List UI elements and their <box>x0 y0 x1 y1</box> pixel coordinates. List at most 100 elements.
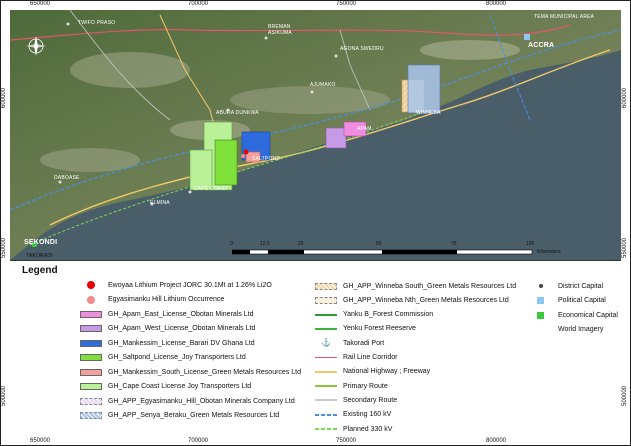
legend-item-label: Existing 160 kV <box>343 411 392 419</box>
legend-item: GH_Saltpond_License_Joy Transporters Ltd <box>80 353 246 363</box>
legend-item: GH_Mankessim_South_License_Green Metals … <box>80 367 301 377</box>
place-sekondi: SEKONDI <box>24 239 58 246</box>
cape-coast-license-2[interactable] <box>189 149 213 191</box>
place-daboase: DABOASE <box>54 175 80 181</box>
legend-line-swatch <box>315 385 337 388</box>
scale-bar-graphic <box>231 249 533 255</box>
scale-unit: Kilometers <box>537 249 561 255</box>
legend-fill-swatch <box>80 325 102 332</box>
legend-fill-swatch <box>80 383 102 390</box>
legend-item-label: GH_APP_Senya_Beraku_Green Metals Resourc… <box>108 412 280 419</box>
legend-item: District Capital <box>530 281 603 291</box>
place-ajumako: AJUMAKO <box>310 82 336 88</box>
legend-item-label: GH_Mankessim_South_License_Green Metals … <box>108 368 301 376</box>
satellite-map[interactable]: TWIFO PRASO BREMAN ASIKUMA TEMA MUNICIPA… <box>10 10 621 260</box>
district-capital-dot <box>310 90 314 94</box>
place-cape-coast: CAPE COAST <box>194 186 229 192</box>
legend-item: GH_APP_Senya_Beraku_Green Metals Resourc… <box>80 411 279 421</box>
saltpond-license[interactable] <box>214 139 238 186</box>
legend-fill-swatch <box>80 368 102 376</box>
apam-west-license[interactable] <box>325 127 347 149</box>
legend-item-label: National Highway ; Freeway <box>343 368 431 376</box>
coord-top-4: 800000 <box>486 1 507 7</box>
place-takoradi: TAKORADI <box>26 253 53 259</box>
scale-tick-50: 50 <box>376 241 382 247</box>
coord-top-1: 650000 <box>30 1 51 7</box>
place-accra: ACCRA <box>528 42 555 49</box>
coord-left-1: 600000 <box>1 87 7 108</box>
legend-item: Existing 160 kV <box>315 410 391 420</box>
legend-item: National Highway ; Freeway <box>315 367 430 377</box>
legend-item: Yenku Forest Reeserve <box>315 324 416 334</box>
legend-item: GH_Cape Coast License Joy Transporters L… <box>80 382 251 392</box>
legend-item: Rail Line Corridor <box>315 353 397 363</box>
legend-item: Political Capital <box>530 296 606 306</box>
coord-bottom-1: 650000 <box>30 438 51 444</box>
coord-top-2: 700000 <box>188 1 209 7</box>
legend-fill-swatch <box>80 339 102 347</box>
legend-item: GH_Apam_East_License_Obotan Minerals Ltd <box>80 309 254 319</box>
legend-item-label: Economical Capital <box>558 311 618 319</box>
coord-left-2: 550000 <box>1 237 7 258</box>
political-capital-marker <box>524 34 530 40</box>
legend-item-label: World Imagery <box>558 326 604 333</box>
coord-bottom-2: 700000 <box>188 438 209 444</box>
legend-square-swatch <box>537 297 544 304</box>
senya-beraku-license[interactable] <box>407 64 441 114</box>
legend-item-label: GH_APP_Winneba Nth_Green Metals Resource… <box>343 296 509 304</box>
legend-item-label: Secondary Route <box>343 396 398 404</box>
legend-item-label: Political Capital <box>558 297 606 304</box>
legend-item: GH_APP_Winneba South_Green Metals Resour… <box>315 281 516 291</box>
scale-tick-100: 100 <box>526 241 535 247</box>
legend-item: Ewoyaa Lithium Project JORC 30.1Mt at 1.… <box>80 280 272 290</box>
legend-hatch-swatch <box>80 397 102 405</box>
legend-item-label: GH_Cape Coast License Joy Transporters L… <box>108 383 252 390</box>
legend-line-swatch <box>315 399 337 402</box>
legend-line-swatch <box>315 370 337 373</box>
coord-right-2: 550000 <box>622 237 628 258</box>
legend-item-label: Ewoyaa Lithium Project JORC 30.1Mt at 1.… <box>108 281 272 289</box>
place-elmina: ELMINA <box>150 200 170 206</box>
legend-dash-swatch <box>315 428 337 430</box>
district-capital-dot <box>264 36 268 40</box>
egyasimanku-hill-point[interactable] <box>241 154 245 158</box>
place-saltpond: SALTPOND <box>252 156 281 162</box>
district-capital-dot <box>188 190 192 194</box>
legend-item-label: District Capital <box>558 282 604 290</box>
legend-item-label: Yenku Forest Reeserve <box>343 325 416 333</box>
legend-item-label: Rail Line Corridor <box>343 354 398 361</box>
place-twifo-praso: TWIFO PRASO <box>78 20 116 26</box>
legend-dot-swatch <box>539 284 543 288</box>
legend-empty-swatch <box>530 326 552 333</box>
legend-item: GH_Mankessim_License_Barari DV Ghana Ltd <box>80 338 255 348</box>
legend-line-swatch <box>315 313 337 316</box>
legend-dash-swatch <box>315 413 337 416</box>
legend-item-label: GH_Apam_East_License_Obotan Minerals Ltd <box>108 310 254 318</box>
district-capital-dot <box>66 22 70 26</box>
scale-tick-0: 0 <box>230 241 233 247</box>
legend-item-label: GH_Apam_West_License_Obotan Minerals Ltd <box>108 325 256 332</box>
legend-item: GH_APP_Egyasimanku_Hill_Obotan Minerals … <box>80 396 295 406</box>
place-winneba: WINNEBA <box>416 110 441 116</box>
legend-hatch-swatch <box>315 296 337 304</box>
scale-tick-75: 75 <box>451 241 457 247</box>
legend-item: Yanku B_Forest Commission <box>315 310 433 320</box>
anchor-icon: ⚓ <box>321 338 331 348</box>
legend-fill-swatch <box>80 310 102 318</box>
coord-right-1: 600000 <box>622 87 628 108</box>
legend-line-swatch <box>315 327 337 330</box>
coord-top-3: 750000 <box>336 1 357 7</box>
legend-item: Egyasimanku Hill Lithium Occurrence <box>80 295 224 305</box>
ewoyaa-project-point[interactable] <box>243 149 249 155</box>
compass-icon <box>26 36 46 56</box>
legend-rail-swatch <box>315 356 337 359</box>
legend-dot-swatch <box>87 295 95 304</box>
legend-item-label: GH_Mankessim_License_Barari DV Ghana Ltd <box>108 339 255 347</box>
legend-square-swatch <box>537 311 544 319</box>
scale-tick-25: 25 <box>298 241 304 247</box>
legend-item-label: GH_APP_Winneba South_Green Metals Resour… <box>343 282 517 290</box>
legend-item: Planned 330 kV <box>315 424 392 434</box>
legend-hatch-swatch <box>315 282 337 290</box>
legend-item: Economical Capital <box>530 310 618 320</box>
legend-item: World Imagery <box>530 325 603 335</box>
